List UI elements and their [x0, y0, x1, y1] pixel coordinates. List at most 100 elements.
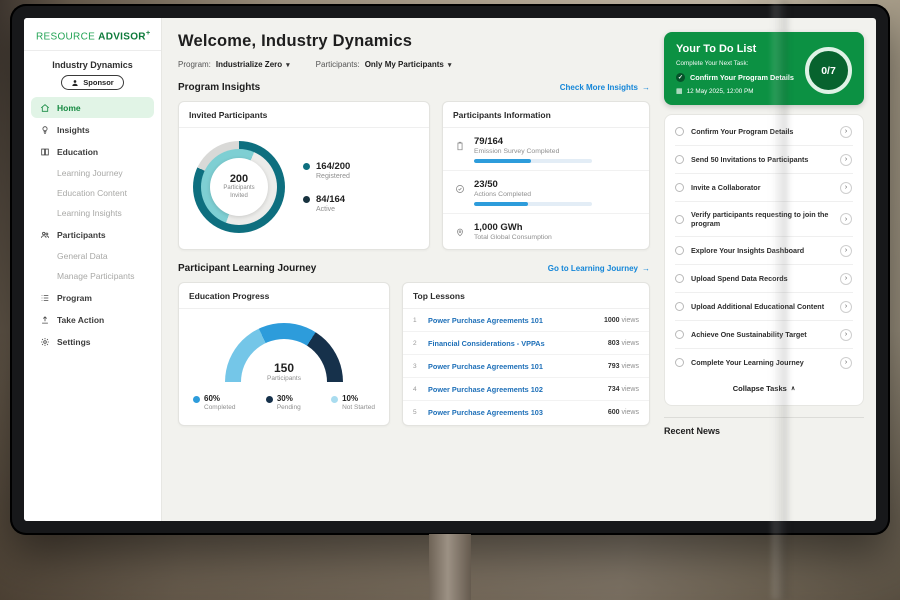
legend-item-registered: 164/200 Registered [303, 161, 350, 180]
lesson-row: 1 Power Purchase Agreements 101 1000 vie… [403, 309, 649, 332]
program-select[interactable]: Industrialize Zero ▾ [216, 60, 290, 69]
gauge-center: 150 Participants [225, 361, 343, 382]
task-checkbox[interactable] [675, 183, 684, 192]
legend-item-completed: 60% Completed [193, 394, 235, 411]
task-checkbox[interactable] [675, 215, 684, 224]
task-checkbox[interactable] [675, 330, 684, 339]
check-circle-icon: ✓ [676, 73, 685, 82]
lesson-views-value: 734 [608, 386, 620, 393]
gauge-center-label: Participants [225, 375, 343, 382]
lesson-row: 5 Power Purchase Agreements 103 600 view… [403, 401, 649, 423]
teal-dot-icon [303, 163, 310, 170]
participants-select[interactable]: Only My Participants ▾ [365, 60, 452, 69]
sidebar-item-take-action[interactable]: Take Action [31, 309, 154, 330]
global-consumption-row: 1,000 GWh Total Global Consumption [443, 214, 649, 249]
home-icon [40, 103, 50, 113]
navy-dot-icon [303, 196, 310, 203]
task-item[interactable]: Confirm Your Program Details › [675, 118, 853, 146]
person-icon [71, 79, 79, 87]
task-item[interactable]: Upload Additional Educational Content › [675, 293, 853, 321]
actions-completed-row: 23/50 Actions Completed [443, 171, 649, 214]
sidebar-item-participants[interactable]: Participants [31, 224, 154, 245]
lesson-link[interactable]: Financial Considerations - VPPAs [428, 339, 600, 348]
todo-panel: Your To Do List Complete Your Next Task:… [664, 18, 876, 521]
sidebar-item-education[interactable]: Education [31, 141, 154, 162]
task-item[interactable]: Send 50 Invitations to Participants › [675, 146, 853, 174]
todo-task-list: Confirm Your Program Details › Send 50 I… [664, 114, 864, 406]
sidebar-item-learning-journey[interactable]: Learning Journey [24, 163, 161, 183]
task-chevron-icon[interactable]: › [840, 126, 852, 138]
lesson-link[interactable]: Power Purchase Agreements 101 [428, 362, 600, 371]
task-checkbox[interactable] [675, 358, 684, 367]
task-chevron-icon[interactable]: › [840, 273, 852, 285]
lightbulb-icon [40, 125, 50, 135]
task-chevron-icon[interactable]: › [840, 301, 852, 313]
check-more-insights-link[interactable]: Check More Insights → [560, 83, 650, 92]
sponsor-badge-label: Sponsor [83, 78, 113, 87]
lesson-views-unit: views [621, 363, 639, 370]
education-legend: 60% Completed 30% Pending [179, 382, 389, 415]
task-item[interactable]: Invite a Collaborator › [675, 174, 853, 202]
task-item[interactable]: Complete Your Learning Journey › [675, 349, 853, 376]
sidebar-item-label: Take Action [57, 315, 104, 325]
check-circle-icon [455, 179, 466, 206]
todo-next-task[interactable]: ✓ Confirm Your Program Details [676, 73, 812, 82]
navy-dot-icon [266, 396, 273, 403]
sidebar-item-label: Settings [57, 337, 91, 347]
task-label: Confirm Your Program Details [691, 127, 833, 137]
sidebar-item-manage-participants[interactable]: Manage Participants [24, 266, 161, 286]
task-item[interactable]: Upload Spend Data Records › [675, 265, 853, 293]
task-chevron-icon[interactable]: › [840, 329, 852, 341]
sidebar-item-label: Home [57, 103, 81, 113]
lesson-link[interactable]: Power Purchase Agreements 101 [428, 316, 596, 325]
insights-cards-row: Invited Participants 200 Participants In… [178, 101, 650, 250]
task-checkbox[interactable] [675, 246, 684, 255]
sidebar-item-general-data[interactable]: General Data [24, 246, 161, 266]
task-chevron-icon[interactable]: › [840, 182, 852, 194]
filter-bar: Program: Industrialize Zero ▾ Participan… [178, 60, 650, 69]
sidebar-item-learning-insights[interactable]: Learning Insights [24, 203, 161, 223]
book-icon [40, 147, 50, 157]
education-progress-title: Education Progress [179, 283, 389, 309]
learning-journey-title: Participant Learning Journey [178, 263, 316, 274]
active-label: Active [316, 206, 345, 213]
task-checkbox[interactable] [675, 302, 684, 311]
sidebar-item-education-content[interactable]: Education Content [24, 183, 161, 203]
lesson-views-value: 600 [608, 409, 620, 416]
collapse-tasks-button[interactable]: Collapse Tasks ∧ [675, 376, 853, 402]
task-chevron-icon[interactable]: › [840, 154, 852, 166]
registered-label: Registered [316, 173, 350, 180]
lesson-views-value: 1000 [604, 317, 620, 324]
task-chevron-icon[interactable]: › [840, 213, 852, 225]
program-filter-label: Program: [178, 60, 211, 69]
lesson-link[interactable]: Power Purchase Agreements 102 [428, 385, 600, 394]
invited-participants-body: 200 Participants Invited 164/200 Registe [179, 128, 429, 247]
legend-item-active: 84/164 Active [303, 194, 350, 213]
task-label: Upload Additional Educational Content [691, 302, 833, 312]
sidebar-item-home[interactable]: Home [31, 97, 154, 118]
go-to-learning-journey-link[interactable]: Go to Learning Journey → [548, 264, 650, 273]
sidebar-item-program[interactable]: Program [31, 287, 154, 308]
sidebar-item-settings[interactable]: Settings [31, 331, 154, 352]
learning-cards-row: Education Progress 150 Participants [178, 282, 650, 426]
task-checkbox[interactable] [675, 127, 684, 136]
emission-survey-label: Emission Survey Completed [474, 148, 592, 155]
task-checkbox[interactable] [675, 155, 684, 164]
sidebar-item-insights[interactable]: Insights [31, 119, 154, 140]
donut-center-value: 200 [230, 173, 248, 185]
sidebar-item-label: Participants [57, 230, 106, 240]
learning-journey-header: Participant Learning Journey Go to Learn… [178, 263, 650, 274]
sponsor-badge[interactable]: Sponsor [61, 75, 123, 90]
task-label: Explore Your Insights Dashboard [691, 246, 833, 256]
task-chevron-icon[interactable]: › [840, 245, 852, 257]
lesson-link[interactable]: Power Purchase Agreements 103 [428, 408, 600, 417]
donut-legend: 164/200 Registered 84/164 Active [303, 161, 350, 213]
donut-center: 200 Participants Invited [210, 158, 268, 216]
task-item[interactable]: Achieve One Sustainability Target › [675, 321, 853, 349]
lesson-views-unit: views [621, 317, 639, 324]
task-chevron-icon[interactable]: › [840, 357, 852, 369]
task-item[interactable]: Explore Your Insights Dashboard › [675, 237, 853, 265]
lesson-views-unit: views [621, 340, 639, 347]
task-item[interactable]: Verify participants requesting to join t… [675, 202, 853, 237]
task-checkbox[interactable] [675, 274, 684, 283]
